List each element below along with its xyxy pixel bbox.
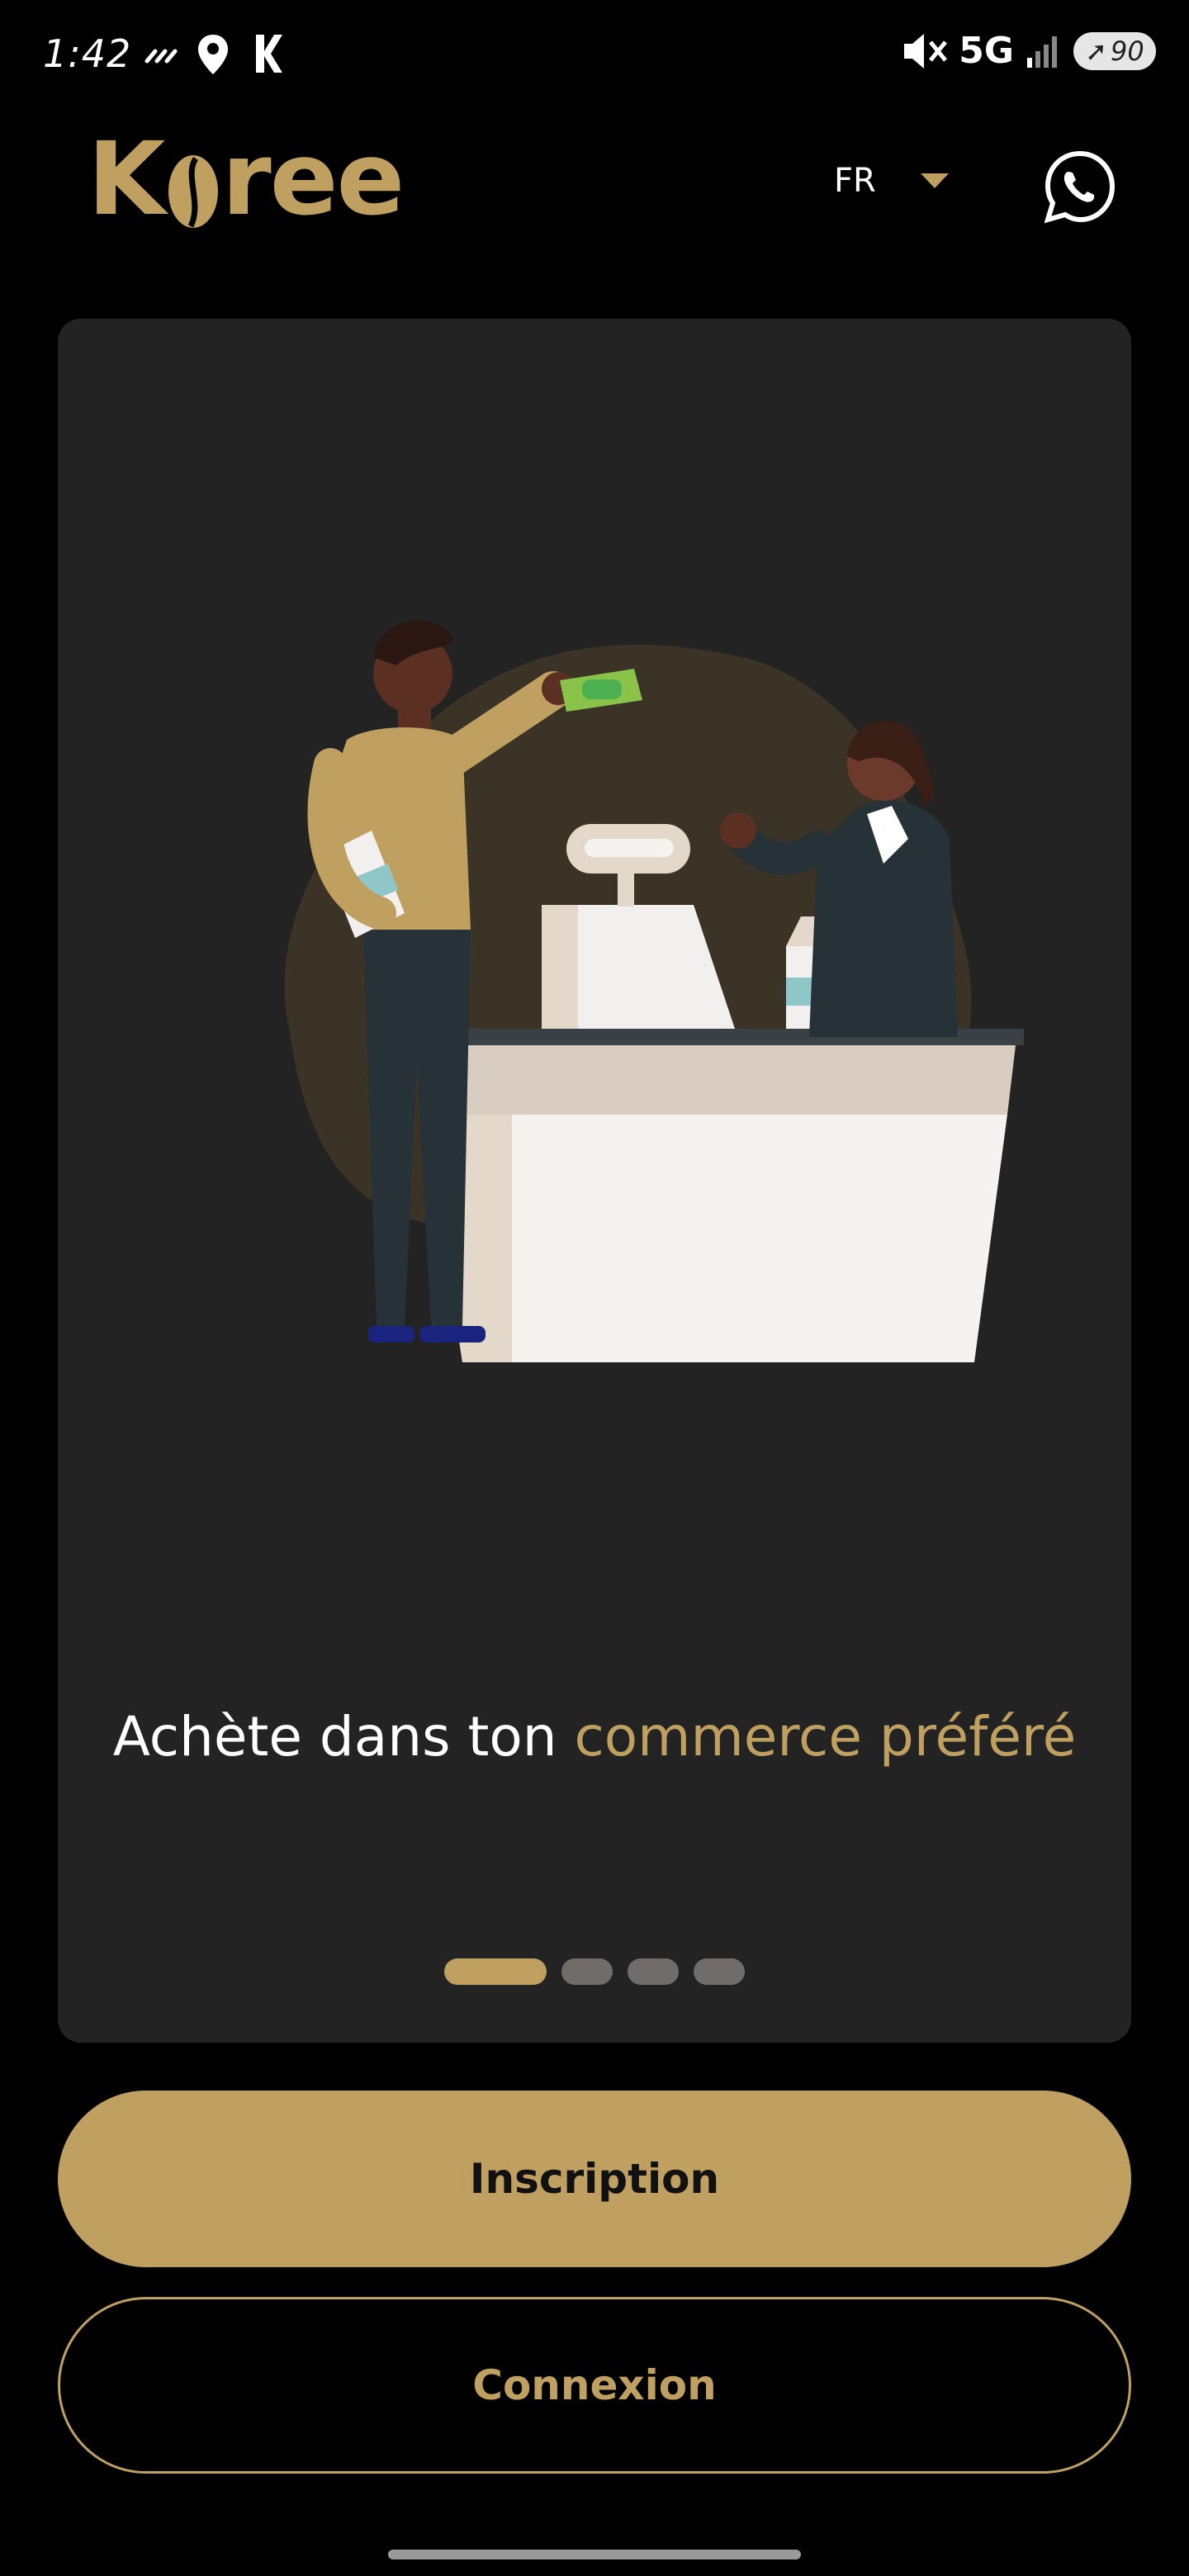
login-button[interactable]: Connexion <box>58 2297 1131 2474</box>
battery-leaf-icon: ➚ <box>1085 35 1108 67</box>
battery-level: 90 <box>1111 35 1144 67</box>
status-bar: 1:42 5G ➚ 90 <box>0 0 1189 107</box>
logo-letter-k: K <box>88 121 166 238</box>
shopping-checkout-illustration <box>284 620 1024 1362</box>
page-dot[interactable] <box>561 1958 613 1985</box>
battery-indicator: ➚ 90 <box>1073 31 1156 70</box>
logo-letters-ree: ree <box>221 121 405 238</box>
signup-button[interactable]: Inscription <box>58 2091 1131 2267</box>
status-time: 1:42 <box>43 31 132 76</box>
app-k-icon <box>256 35 282 73</box>
whatsapp-icon[interactable] <box>1042 149 1118 225</box>
page-dot[interactable] <box>694 1958 745 1985</box>
page-dot[interactable] <box>628 1958 679 1985</box>
mute-icon <box>904 33 948 69</box>
headline-plain-text: Achète dans ton <box>112 1705 575 1769</box>
location-pin-icon <box>198 35 228 74</box>
onboarding-card[interactable]: Achète dans ton commerce préféré <box>58 319 1131 2043</box>
chevron-down-icon <box>920 173 949 188</box>
koree-logo: K ree <box>88 129 405 230</box>
language-selector[interactable]: FR <box>834 162 950 200</box>
page-dot-active[interactable] <box>444 1958 547 1985</box>
coffee-bean-icon <box>168 155 218 228</box>
onboarding-headline: Achète dans ton commerce préféré <box>58 1699 1131 1775</box>
headline-accent-text: commerce préféré <box>574 1705 1077 1769</box>
home-indicator[interactable] <box>388 2550 801 2559</box>
network-type: 5G <box>959 30 1014 72</box>
page-indicator <box>444 1958 745 1985</box>
signal-dashes-icon <box>144 49 178 64</box>
cell-signal-icon <box>1027 36 1057 68</box>
language-label: FR <box>834 162 876 200</box>
status-right-group: 5G ➚ 90 <box>901 30 1156 72</box>
